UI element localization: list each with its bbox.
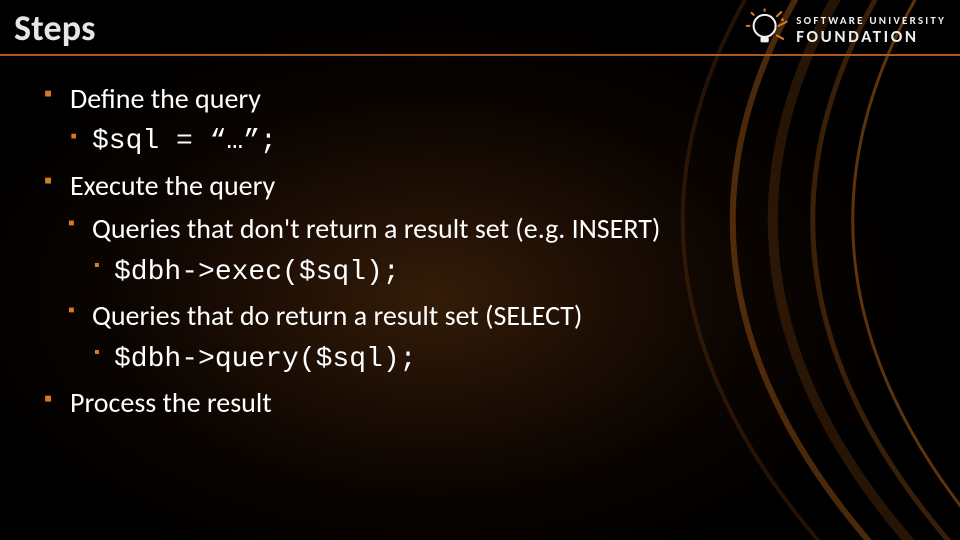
logo-line1: SOFTWARE UNIVERSITY — [796, 15, 946, 26]
bullet-with-result-set: Queries that do return a result set (SEL… — [68, 295, 920, 336]
logo-line2: FOUNDATION — [796, 28, 946, 45]
bullet-query-code: $dbh->query($sql); — [92, 339, 920, 380]
logo-text: SOFTWARE UNIVERSITY FOUNDATION — [796, 15, 946, 45]
bullet-process-result: Process the result — [44, 382, 920, 423]
logo: SOFTWARE UNIVERSITY FOUNDATION — [744, 8, 946, 52]
lightbulb-icon — [744, 8, 788, 52]
slide: SOFTWARE UNIVERSITY FOUNDATION Steps Def… — [0, 0, 960, 540]
slide-content: Define the query $sql = “…”; Execute the… — [0, 56, 960, 424]
bullet-exec-code: $dbh->exec($sql); — [92, 252, 920, 293]
bullet-no-result-set: Queries that don't return a result set (… — [68, 208, 920, 249]
bullet-execute-query: Execute the query — [44, 165, 920, 206]
bullet-sql-assign: $sql = “…”; — [68, 121, 920, 162]
bullet-define-query: Define the query — [44, 78, 920, 119]
